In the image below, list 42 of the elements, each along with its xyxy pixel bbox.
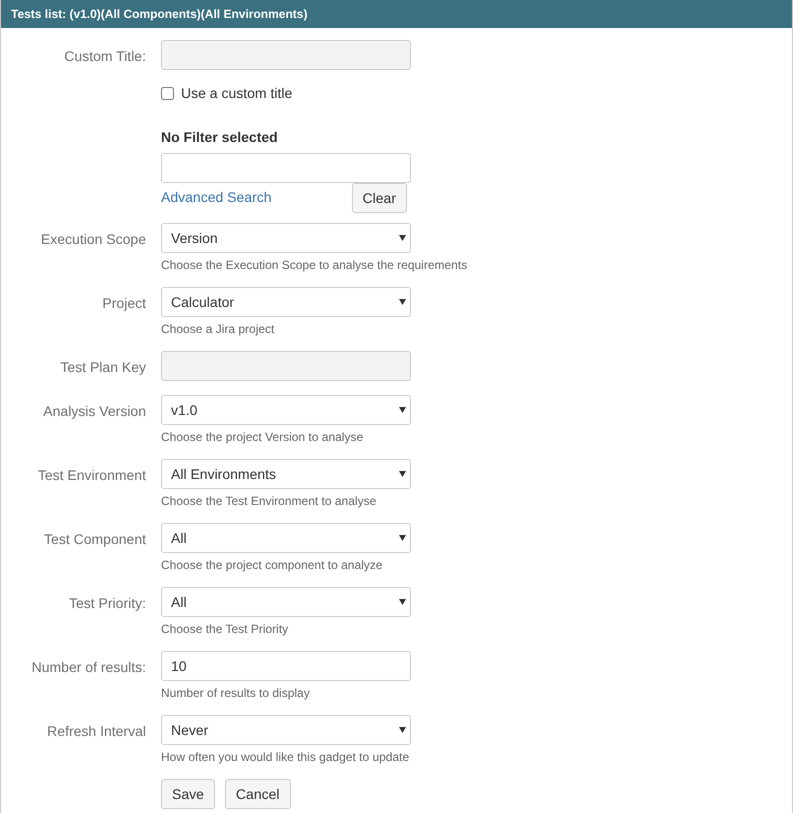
- filter-heading: No Filter selected: [161, 128, 279, 147]
- field-label: Refresh Interval: [47, 723, 146, 739]
- help-text: Number of results to display: [161, 686, 310, 701]
- panel-title: Tests list: (v1.0)(All Components)(All Environments): [1, 0, 792, 28]
- checkbox-label: Use a custom title: [181, 84, 292, 103]
- select-field[interactable]: v1.0: [161, 395, 411, 425]
- field-label: Test Component: [44, 531, 146, 547]
- select-field[interactable]: All: [161, 523, 411, 553]
- select-field[interactable]: All: [161, 587, 411, 617]
- caret-icon: [399, 599, 406, 605]
- help-text: Choose the Execution Scope to analyse the requirements: [161, 258, 468, 273]
- field-label: Analysis Version: [43, 403, 146, 419]
- help-text: How often you would like this gadget to update: [161, 750, 410, 765]
- select-field[interactable]: Calculator: [161, 287, 411, 317]
- help-text: Choose the Test Environment to analyse: [161, 494, 376, 509]
- caret-icon: [399, 299, 406, 305]
- field-label: Execution Scope: [40, 231, 146, 247]
- cancel-button[interactable]: Cancel: [224, 779, 291, 809]
- field-label: Test Plan Key: [60, 359, 146, 375]
- help-text: Choose a Jira project: [161, 322, 274, 337]
- advanced-search-link[interactable]: Advanced Search: [161, 187, 272, 208]
- clear-button[interactable]: Clear: [352, 183, 407, 213]
- select-field[interactable]: All Environments: [161, 459, 411, 489]
- field-label: Project: [102, 295, 146, 311]
- checkbox[interactable]: [161, 87, 174, 100]
- caret-icon: [399, 407, 406, 413]
- field-label: Test Priority:: [68, 595, 146, 611]
- select-field[interactable]: Never: [161, 715, 411, 745]
- field-label: Test Environment: [38, 467, 146, 483]
- caret-icon: [399, 727, 406, 733]
- help-text: Choose the project Version to analyse: [161, 430, 364, 445]
- caret-icon: [399, 235, 406, 241]
- filter-field[interactable]: [161, 153, 411, 183]
- save-button[interactable]: Save: [161, 779, 215, 809]
- select-field[interactable]: Version: [161, 223, 411, 253]
- caret-icon: [399, 535, 406, 541]
- field-label: Custom Title:: [64, 48, 146, 64]
- caret-icon: [399, 471, 406, 477]
- field-label: Number of results:: [32, 659, 146, 675]
- help-text: Choose the project component to analyze: [161, 558, 382, 573]
- text-field[interactable]: 10: [161, 651, 411, 681]
- help-text: Choose the Test Priority: [161, 622, 288, 637]
